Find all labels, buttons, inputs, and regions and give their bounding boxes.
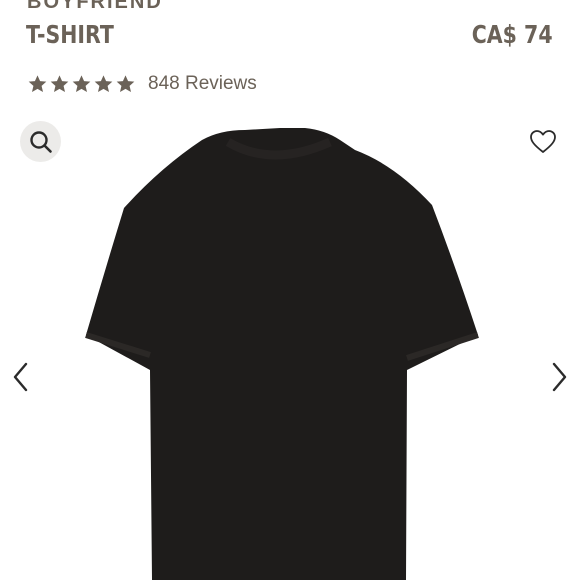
star-rating — [27, 74, 136, 94]
product-image — [85, 128, 479, 580]
chevron-right-icon — [552, 362, 567, 392]
star-icon — [72, 75, 91, 92]
collection-label: BOYFRIEND — [27, 0, 163, 13]
zoom-button[interactable] — [20, 121, 61, 162]
product-price: CA$ 74 — [472, 20, 553, 49]
product-title: T-SHIRT — [26, 20, 114, 49]
star-icon — [116, 75, 135, 92]
star-icon — [50, 75, 69, 92]
chevron-left-icon — [13, 362, 28, 392]
next-image-button[interactable] — [548, 360, 570, 394]
rating-summary[interactable]: 848 Reviews — [27, 71, 257, 97]
star-icon — [94, 75, 113, 92]
wishlist-button[interactable] — [528, 127, 558, 157]
product-page: BOYFRIEND T-SHIRT CA$ 74 848 Reviews — [0, 0, 580, 580]
reviews-link[interactable]: 848 Reviews — [148, 73, 257, 95]
search-icon — [29, 130, 52, 153]
previous-image-button[interactable] — [10, 360, 32, 394]
star-icon — [28, 75, 47, 92]
heart-outline-icon — [530, 130, 556, 153]
